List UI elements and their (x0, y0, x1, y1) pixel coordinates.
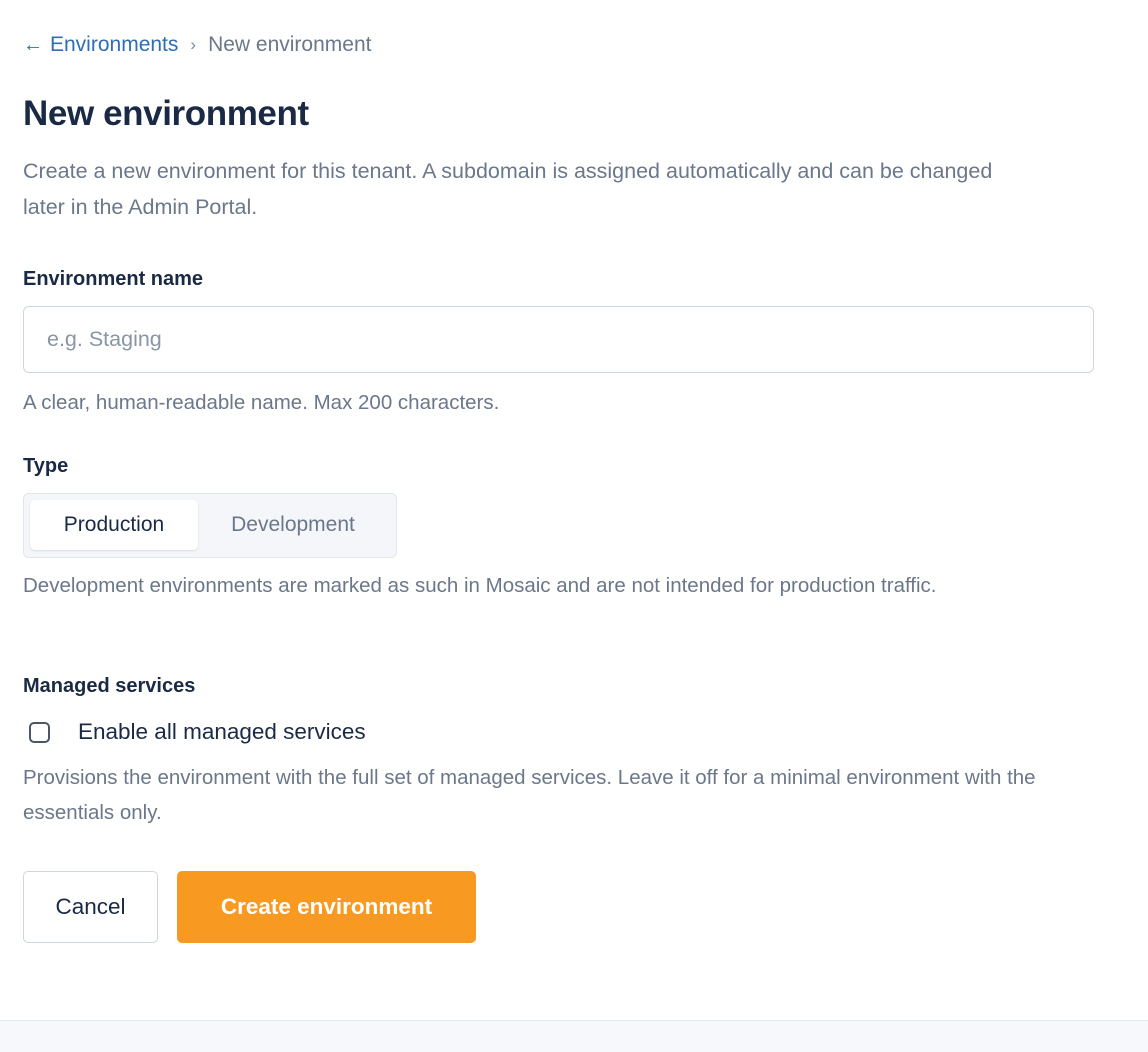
page-title: New environment (23, 94, 309, 133)
managed-services-checkbox-label[interactable]: Enable all managed services (78, 716, 366, 748)
breadcrumb-back-link[interactable]: ← Environments (23, 31, 178, 59)
breadcrumb: ← Environments › New environment (23, 31, 371, 59)
managed-services-hint: Provisions the environment with the full… (23, 766, 1036, 824)
chevron-right-icon: › (190, 35, 197, 54)
environment-name-hint: A clear, human-readable name. Max 200 ch… (23, 391, 500, 414)
type-label: Type (23, 455, 69, 477)
environment-name-label: Environment name (23, 268, 204, 290)
type-hint: Development environments are marked as s… (23, 574, 937, 597)
footer-bar (0, 1020, 1148, 1052)
managed-services-label: Managed services (23, 675, 196, 697)
create-environment-button[interactable]: Create environment (177, 871, 476, 943)
managed-services-checkbox[interactable] (29, 721, 50, 743)
arrow-left-icon: ← (23, 34, 43, 56)
environment-name-input[interactable] (23, 306, 1094, 373)
type-option-development[interactable]: Development (198, 500, 388, 550)
type-option-production[interactable]: Production (30, 500, 198, 550)
breadcrumb-current: New environment (208, 33, 372, 56)
type-segmented-control: Production Development (23, 493, 397, 558)
breadcrumb-parent-label: Environments (50, 33, 179, 56)
page-description: Create a new environment for this tenant… (23, 159, 993, 219)
cancel-button[interactable]: Cancel (23, 871, 158, 943)
managed-services-checkbox-row: Enable all managed services (29, 716, 366, 748)
